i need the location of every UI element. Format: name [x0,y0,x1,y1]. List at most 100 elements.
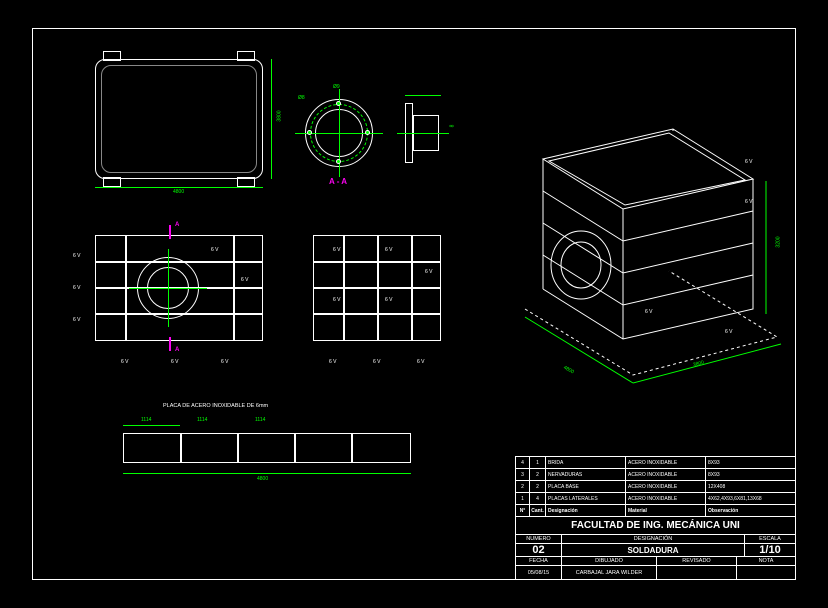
bom-qty: 2 [530,481,546,492]
front-vert-1 [125,235,127,341]
bom-hdr-n: N° [516,505,530,516]
side-vert-1 [343,235,345,341]
bolt-hole-icon [336,159,341,164]
bom-num: 1 [516,493,530,504]
bom-hdr-cant: Cant. [530,505,546,516]
bom-hdr-mat: Material [626,505,706,516]
bom-des: NERVADURAS [546,469,626,480]
weld-symbol: 6 V [221,359,229,365]
title-block: 4 1 BRIDA ACERO INOXIDABLE 8X93 3 2 NERV… [515,456,795,579]
base-seg-div [180,433,182,463]
bom-qty: 2 [530,469,546,480]
weld-symbol: 6 V [211,247,219,253]
numero-label: NUMERO [516,535,561,544]
weld-symbol: 6 V [725,329,733,335]
top-dim-h-line [271,59,272,179]
weld-symbol: 6 V [171,359,179,365]
bom-qty: 4 [530,493,546,504]
nota-label: NOTA [737,557,795,566]
base-w-dim-line [123,473,411,474]
bom-row: 3 2 NERVADURAS ACERO INOXIDABLE 8X93 [516,469,795,481]
bolt-hole-icon [336,101,341,106]
flange-section-axis [397,133,449,134]
escala-value: 1/10 [745,544,795,556]
bom-header-row: N° Cant. Designación Material Observació… [516,505,795,517]
top-dim-w-line [95,187,263,188]
bom-mat: ACERO INOXIDABLE [626,469,706,480]
weld-symbol: 6 V [329,359,337,365]
base-seg-div [294,433,296,463]
weld-symbol: 6 V [333,247,341,253]
top-lug-3 [103,177,121,187]
weld-symbol: 6 V [73,285,81,291]
escala-label: ESCALA [745,535,795,544]
bom-obs: 8X93 [706,469,795,480]
isometric-view [483,89,783,409]
side-vert-2 [377,235,379,341]
bom-obs: 4X62,4X93,6X81,13X68 [706,493,795,504]
base-w-dim: 4800 [257,476,268,482]
top-lug-1 [103,51,121,61]
base-seg-div [351,433,353,463]
faculty-title: FACULTAD DE ING. MECÁNICA UNI [516,517,795,535]
bom-num: 2 [516,481,530,492]
section-cut-marker [169,225,171,239]
bolt-hole-icon [365,130,370,135]
weld-symbol: 6 V [73,317,81,323]
bolt-hole-icon [307,130,312,135]
bom-num: 3 [516,469,530,480]
base-seg-dim: 1114 [255,417,265,423]
bom-hdr-des: Designación [546,505,626,516]
designacion-label: DESIGNACIÓN [562,535,744,544]
bom-num: 4 [516,457,530,468]
bom-mat: ACERO INOXIDABLE [626,457,706,468]
drawing-canvas: 4800 3800 Ø9 Ø8 A - A 8 [33,29,795,579]
section-letter: A [175,347,179,353]
weld-symbol: 6 V [745,199,753,205]
front-vert-2 [233,235,235,341]
bom-obs: 12X408 [706,481,795,492]
fecha-value: 05/08/15 [516,566,561,579]
weld-symbol: 6 V [333,297,341,303]
base-plate-outline [123,433,411,463]
top-lug-4 [237,177,255,187]
numero-value: 02 [516,544,561,556]
base-seg-dim: 1114 [141,417,151,423]
weld-symbol: 6 V [385,247,393,253]
bom-qty: 1 [530,457,546,468]
bom-des: PLACA BASE [546,481,626,492]
designacion-value: SOLDADURA [562,544,744,556]
bom-des: PLACAS LATERALES [546,493,626,504]
dibujado-label: DIBUJADO [562,557,656,566]
top-view-inner [101,65,257,173]
revisado-value [657,566,736,579]
weld-symbol: 6 V [425,269,433,275]
weld-symbol: 6 V [645,309,653,315]
bom-row: 2 2 PLACA BASE ACERO INOXIDABLE 12X408 [516,481,795,493]
weld-symbol: 6 V [73,253,81,259]
drawing-sheet-frame: 4800 3800 Ø9 Ø8 A - A 8 [32,28,796,580]
weld-symbol: 6 V [121,359,129,365]
bom-mat: ACERO INOXIDABLE [626,481,706,492]
title-row-3: FECHA 05/08/15 DIBUJADO CARBAJAL JARA WI… [516,557,795,579]
revisado-label: REVISADO [657,557,736,566]
note-plate-label: PLACA DE ACERO INOXIDABLE DE 6mm [163,403,268,409]
bom-des: BRIDA [546,457,626,468]
base-seg-div [237,433,239,463]
weld-symbol: 6 V [385,297,393,303]
bom-hdr-obs: Observación [706,505,795,516]
top-lug-2 [237,51,255,61]
flange-dim-bcd: Ø8 [298,95,305,101]
flange-sect-dim-h: 8 [449,125,455,128]
section-cut-marker [169,337,171,351]
side-vert-3 [411,235,413,341]
iso-dim-h: 3200 [776,236,782,247]
bom-row: 1 4 PLACAS LATERALES ACERO INOXIDABLE 4X… [516,493,795,505]
flange-dim-od: Ø9 [333,84,340,90]
fecha-label: FECHA [516,557,561,566]
bom-mat: ACERO INOXIDABLE [626,493,706,504]
front-flange-axis-v [168,249,169,327]
weld-symbol: 6 V [745,159,753,165]
base-seg-dim-line [123,425,180,426]
nota-value [737,566,795,579]
